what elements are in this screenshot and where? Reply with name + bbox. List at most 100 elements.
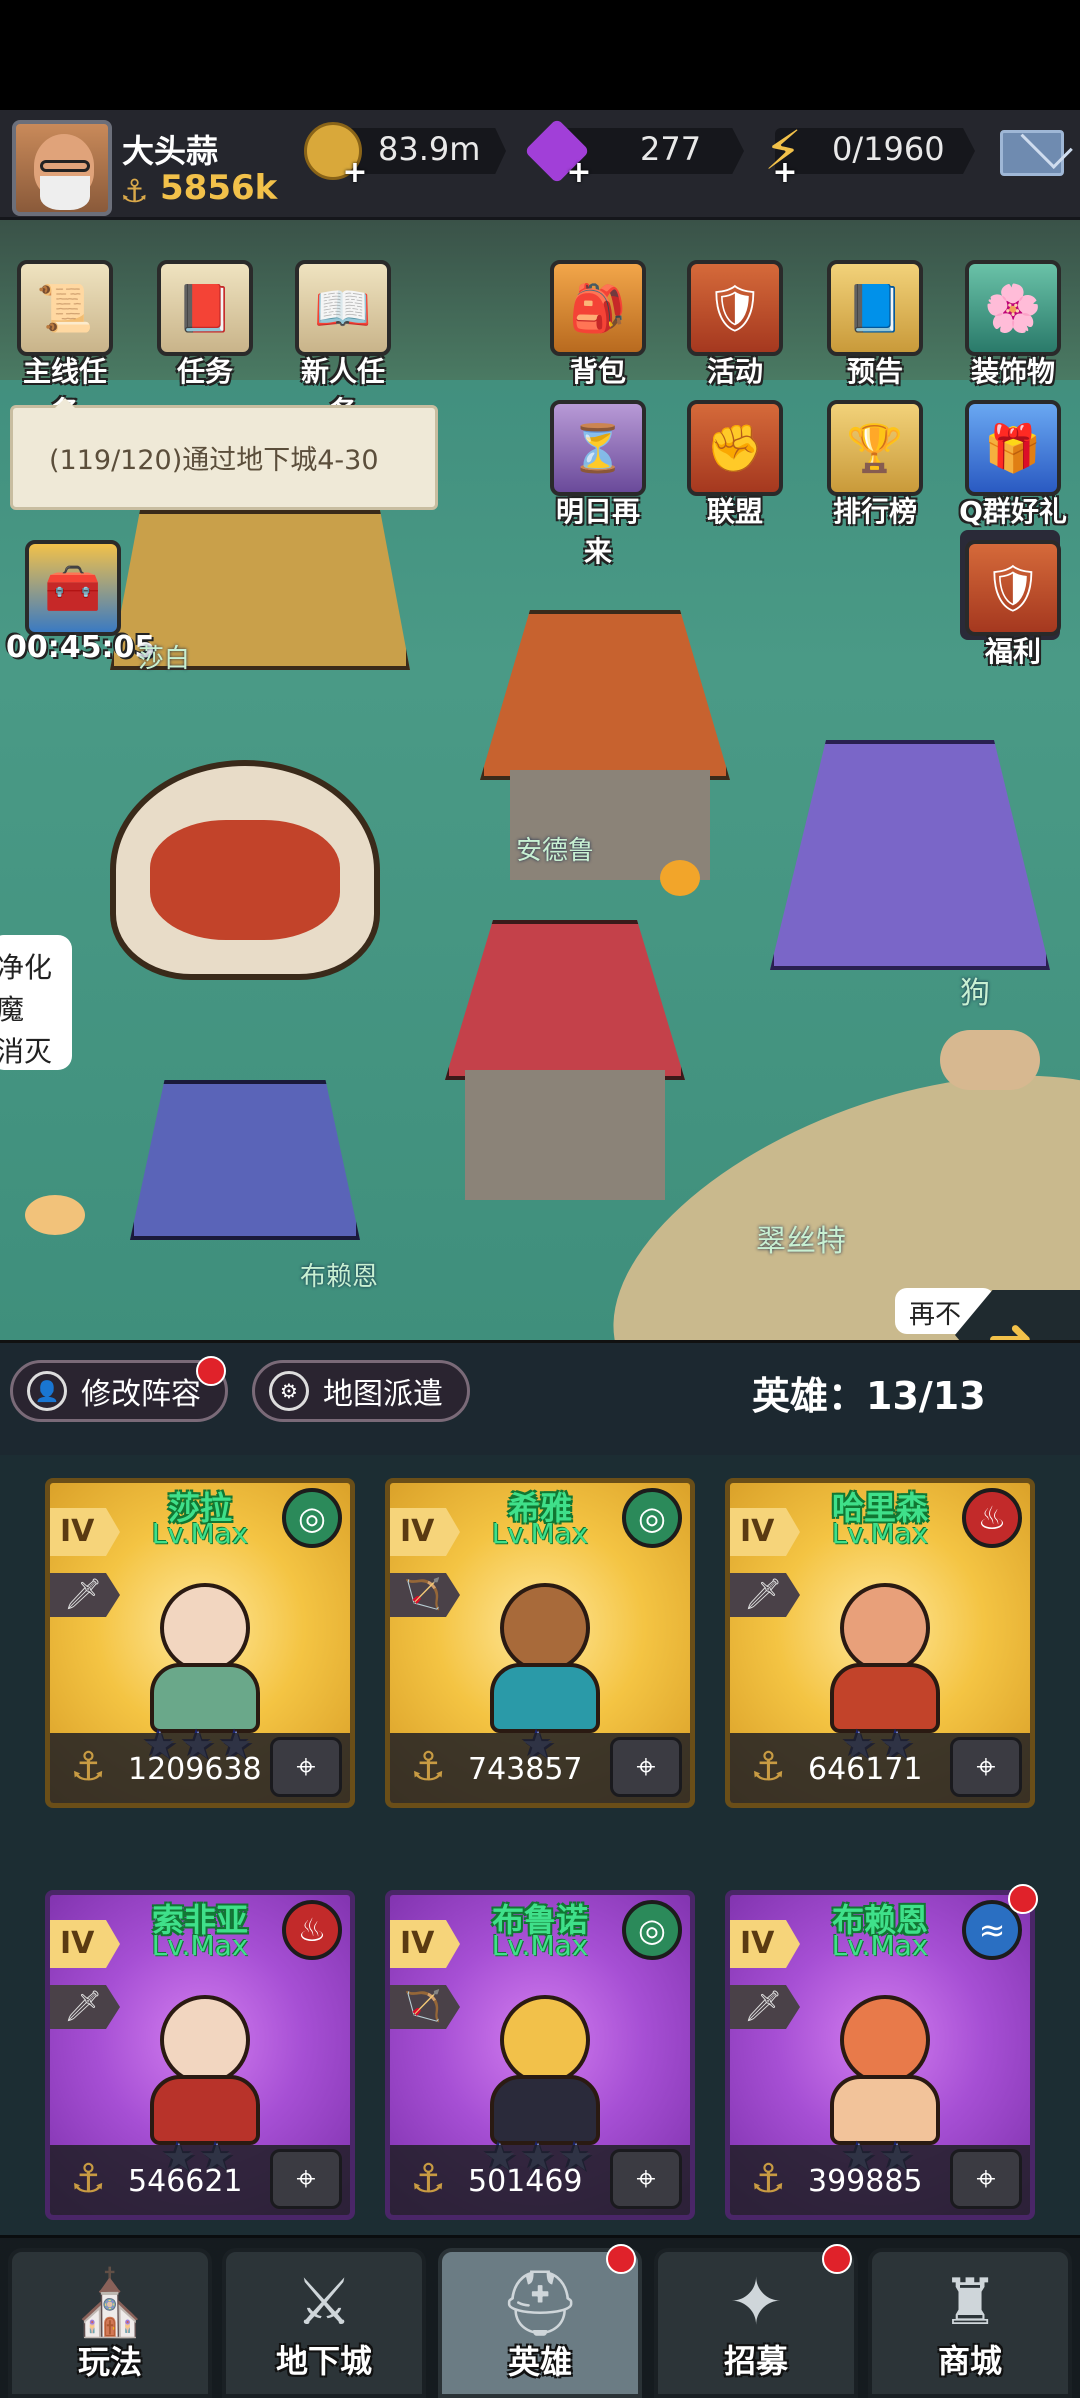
location-pin-button[interactable]: ⌖ bbox=[270, 1737, 342, 1797]
player-name: 大头蒜 bbox=[122, 132, 219, 170]
treasure-chest-icon: 🧰 bbox=[25, 540, 121, 636]
shield-icon: 🛡 bbox=[687, 260, 783, 356]
add-gold-button[interactable]: + bbox=[340, 158, 370, 188]
hero-portrait bbox=[120, 1563, 290, 1733]
book-icon: 📘 bbox=[827, 260, 923, 356]
fire-element-icon: ♨ bbox=[962, 1488, 1022, 1548]
hero-power: 399885 bbox=[808, 2164, 923, 2199]
tab-dungeon[interactable]: ⚔ 地下城 bbox=[222, 2248, 426, 2398]
location-pin-button[interactable]: ⌖ bbox=[950, 2149, 1022, 2209]
alliance-label: 联盟 bbox=[706, 495, 763, 528]
tab-dungeon-label: 地下城 bbox=[275, 2342, 372, 2380]
add-energy-button[interactable]: + bbox=[770, 158, 800, 188]
map-label-shabai: 莎白 bbox=[138, 644, 191, 674]
location-pin-button[interactable]: ⌖ bbox=[950, 1737, 1022, 1797]
welfare-label: 福利 bbox=[984, 635, 1041, 668]
hero-power: 743857 bbox=[468, 1752, 583, 1787]
welfare-button[interactable]: 🛡 福利 bbox=[958, 540, 1068, 670]
hero-card[interactable]: IV 🏹 布鲁诺 Lv.Max ◎ ★★★ ⚓ 501469 ⌖ bbox=[385, 1890, 695, 2220]
bow-icon: 🏹 bbox=[390, 1985, 460, 2029]
map-label-andelu: 安德鲁 bbox=[516, 836, 595, 866]
event-button[interactable]: 🛡 活动 bbox=[680, 260, 790, 390]
summon-icon: ✦ bbox=[729, 2266, 783, 2340]
wind-element-icon: ◎ bbox=[282, 1488, 342, 1548]
quest-button[interactable]: 📕 任务 bbox=[150, 260, 260, 390]
andrew-house[interactable] bbox=[480, 610, 730, 780]
bee-creature[interactable] bbox=[660, 860, 700, 896]
map-dispatch-label: 地图派遣 bbox=[323, 1377, 443, 1412]
avatar-beard bbox=[40, 176, 90, 210]
helmet-icon: ⛑ bbox=[499, 2267, 581, 2341]
hero-card[interactable]: IV 🗡 索非亚 Lv.Max ♨ ★★ ⚓ 546621 ⌖ bbox=[45, 1890, 355, 2220]
edit-lineup-label: 修改阵容 bbox=[81, 1377, 201, 1412]
location-pin-button[interactable]: ⌖ bbox=[610, 2149, 682, 2209]
wind-element-icon: ◎ bbox=[622, 1488, 682, 1548]
hero-power: 1209638 bbox=[128, 1752, 262, 1787]
status-bar bbox=[0, 0, 1080, 110]
come-back-tomorrow-label: 明日再来 bbox=[555, 495, 640, 568]
mail-icon[interactable] bbox=[1000, 130, 1064, 176]
purple-church[interactable] bbox=[770, 740, 1050, 970]
bush-icon: 🌸 bbox=[965, 260, 1061, 356]
pug-dog[interactable] bbox=[940, 1030, 1040, 1090]
qq-group-gift-label: Q群好礼 bbox=[959, 495, 1067, 528]
wind-element-icon: ◎ bbox=[622, 1900, 682, 1960]
add-gem-button[interactable]: + bbox=[564, 158, 594, 188]
come-back-tomorrow-button[interactable]: ⏳ 明日再来 bbox=[543, 400, 653, 570]
qq-group-gift-button[interactable]: 🎁 Q群好礼 bbox=[958, 400, 1068, 530]
event-label: 活动 bbox=[706, 355, 763, 388]
leaderboard-label: 排行榜 bbox=[832, 495, 917, 528]
anchor-icon: ⚓ bbox=[70, 1744, 106, 1790]
decoration-label: 装饰物 bbox=[970, 355, 1055, 388]
backpack-icon: 🎒 bbox=[550, 260, 646, 356]
hero-portrait bbox=[460, 1563, 630, 1733]
book-icon: 📕 bbox=[157, 260, 253, 356]
side-speech-bubble[interactable]: 净化魔 消灭 bbox=[0, 935, 72, 1070]
sword-icon: 🗡 bbox=[730, 1573, 800, 1617]
tower-icon: ♜ bbox=[941, 2266, 999, 2340]
leaderboard-button[interactable]: 🏆 排行榜 bbox=[820, 400, 930, 530]
fox-creature[interactable] bbox=[25, 1195, 85, 1235]
scales-shop-base bbox=[465, 1070, 665, 1200]
hero-card[interactable]: IV 🏹 希雅 Lv.Max ◎ ★ ⚓ 743857 ⌖ bbox=[385, 1478, 695, 1808]
hero-count: 英雄：13/13 bbox=[752, 1374, 986, 1418]
tab-recruit-label: 招募 bbox=[723, 2342, 788, 2380]
player-power: 5856k bbox=[160, 168, 278, 208]
anchor-icon: ⚓ bbox=[750, 1744, 786, 1790]
gem-value: 277 bbox=[640, 130, 702, 168]
alliance-button[interactable]: ✊ 联盟 bbox=[680, 400, 790, 530]
hero-power: 546621 bbox=[128, 2164, 243, 2199]
player-avatar[interactable] bbox=[12, 120, 112, 216]
tab-shop[interactable]: ♜ 商城 bbox=[868, 2248, 1072, 2398]
scales-shop[interactable] bbox=[445, 920, 685, 1080]
quest-tip[interactable]: (119/120)通过地下城4-30 bbox=[10, 398, 438, 510]
map-label-gou: 狗 bbox=[960, 976, 990, 1011]
hero-card[interactable]: IV 🗡 布赖恩 Lv.Max ≈ ★★ ⚓ 399885 ⌖ bbox=[725, 1890, 1035, 2220]
hero-card[interactable]: IV 🗡 莎拉 Lv.Max ◎ ★★★ ⚓ 1209638 ⌖ bbox=[45, 1478, 355, 1808]
treasure-chest-button[interactable]: 🧰 bbox=[18, 540, 128, 636]
tab-gameplay[interactable]: ⛪ 玩法 bbox=[8, 2248, 212, 2398]
tab-heroes-label: 英雄 bbox=[507, 2343, 572, 2381]
hero-notification-dot bbox=[1008, 1884, 1038, 1914]
hero-card[interactable]: IV 🗡 哈里森 Lv.Max ♨ ★★ ⚓ 646171 ⌖ bbox=[725, 1478, 1035, 1808]
hourglass-icon: ⏳ bbox=[550, 400, 646, 496]
hero-portrait bbox=[460, 1975, 630, 2145]
anchor-icon: ⚓ bbox=[410, 1744, 446, 1790]
location-pin-button[interactable]: ⌖ bbox=[270, 2149, 342, 2209]
tab-gameplay-label: 玩法 bbox=[77, 2343, 142, 2381]
location-pin-button[interactable]: ⌖ bbox=[610, 1737, 682, 1797]
heroes-tab-notification-dot bbox=[606, 2244, 636, 2274]
trophy-icon: 🏆 bbox=[827, 400, 923, 496]
fire-element-icon: ♨ bbox=[282, 1900, 342, 1960]
crossed-swords-icon: ⚔ bbox=[295, 2266, 353, 2340]
map-label-bulaien: 布赖恩 bbox=[300, 1262, 379, 1292]
brian-house[interactable] bbox=[130, 1080, 360, 1240]
edit-lineup-notification-dot bbox=[196, 1356, 226, 1386]
anchor-icon: ⚓ bbox=[120, 172, 149, 210]
backpack-button[interactable]: 🎒 背包 bbox=[543, 260, 653, 390]
gear-icon: ⚙ bbox=[269, 1371, 309, 1411]
map-dispatch-button[interactable]: ⚙ 地图派遣 bbox=[252, 1360, 470, 1422]
preview-button[interactable]: 📘 预告 bbox=[820, 260, 930, 390]
decoration-button[interactable]: 🌸 装饰物 bbox=[958, 260, 1068, 390]
tab-shop-label: 商城 bbox=[937, 2342, 1002, 2380]
